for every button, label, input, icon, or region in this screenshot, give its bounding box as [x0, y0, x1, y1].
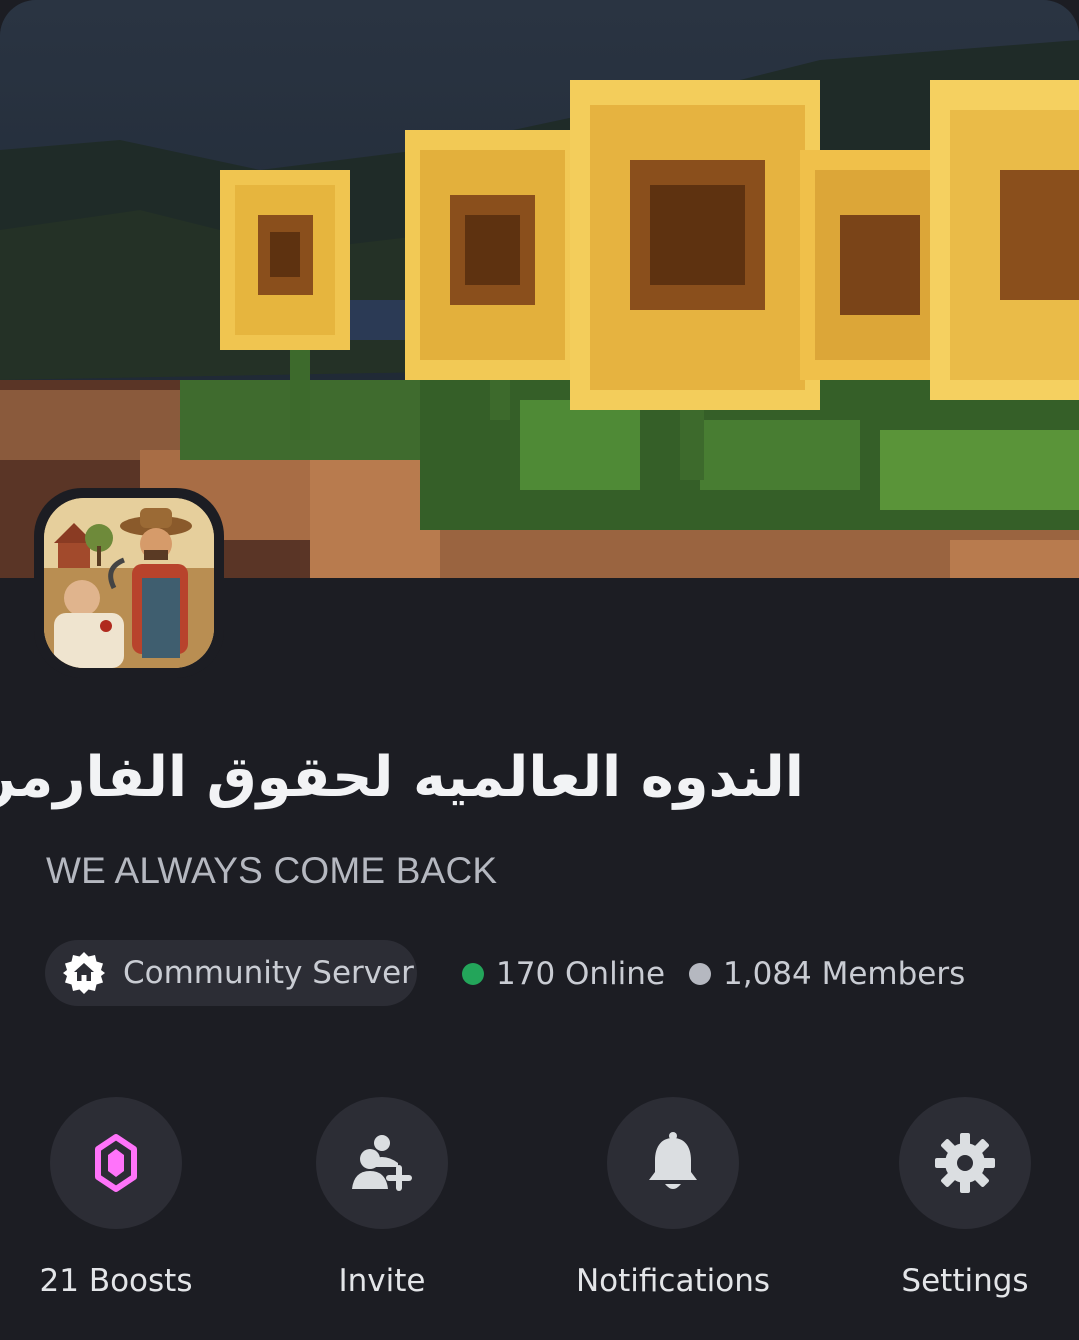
notifications-action[interactable]: Notifications — [563, 1097, 783, 1299]
settings-button[interactable] — [899, 1097, 1031, 1229]
boosts-action[interactable]: 21 Boosts — [6, 1097, 226, 1299]
community-server-label: Community Server — [123, 955, 414, 991]
community-server-badge[interactable]: Community Server — [45, 940, 417, 1006]
server-profile-sheet: الندوه العالميه لحقوق الفارمرز WE ALWAYS… — [0, 0, 1079, 1340]
online-count-label: 170 Online — [496, 956, 666, 992]
member-count: 1,084 Members — [689, 956, 965, 992]
invite-label: Invite — [338, 1263, 426, 1299]
server-tagline: WE ALWAYS COME BACK — [46, 850, 498, 891]
gear-icon — [935, 1133, 995, 1193]
notifications-label: Notifications — [575, 1263, 771, 1299]
notifications-button[interactable] — [607, 1097, 739, 1229]
boosts-button[interactable] — [50, 1097, 182, 1229]
invite-button[interactable] — [316, 1097, 448, 1229]
settings-label: Settings — [901, 1263, 1029, 1299]
boosts-label: 21 Boosts — [39, 1263, 193, 1299]
add-user-icon — [352, 1135, 412, 1191]
bell-icon — [649, 1132, 697, 1189]
farmer-avatar-image — [44, 498, 214, 668]
settings-action[interactable]: Settings — [855, 1097, 1075, 1299]
server-name: الندوه العالميه لحقوق الفارمرز — [0, 745, 804, 810]
invite-action[interactable]: Invite — [272, 1097, 492, 1299]
server-avatar[interactable] — [34, 488, 224, 678]
members-status-dot — [689, 963, 711, 985]
online-status-dot — [462, 963, 484, 985]
community-home-icon — [61, 950, 107, 996]
member-count-label: 1,084 Members — [723, 956, 966, 992]
boost-gem-icon — [95, 1134, 137, 1192]
online-count: 170 Online — [462, 956, 665, 992]
